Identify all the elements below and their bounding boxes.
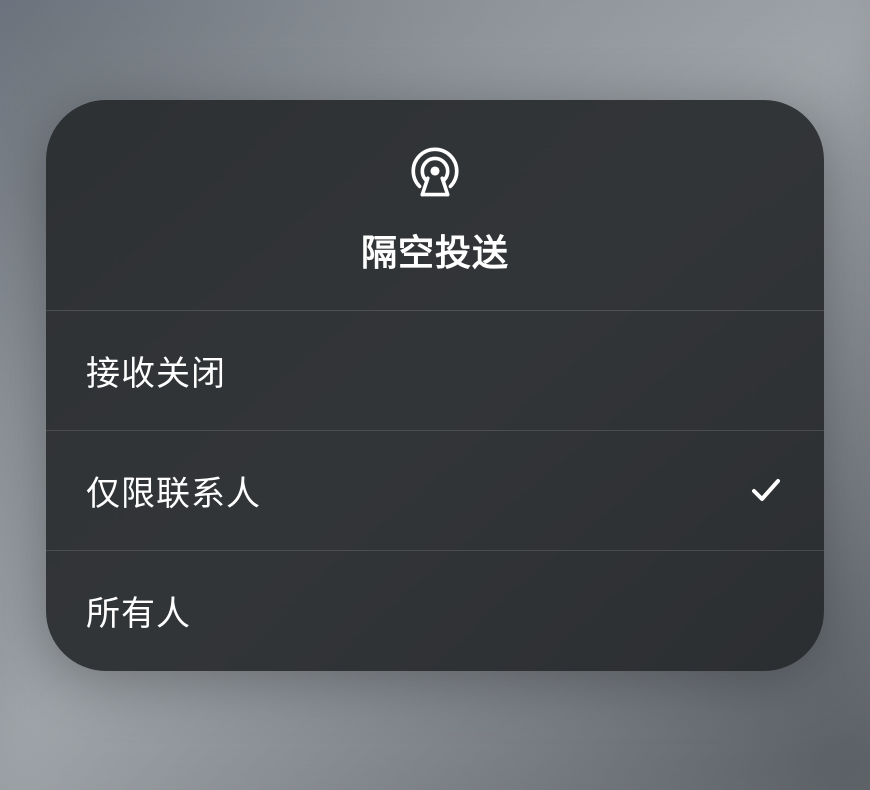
option-receiving-off[interactable]: 接收关闭: [46, 311, 824, 431]
option-everyone[interactable]: 所有人: [46, 551, 824, 671]
panel-header: 隔空投送: [46, 100, 824, 311]
option-label: 接收关闭: [86, 346, 226, 395]
option-label: 仅限联系人: [86, 466, 261, 515]
checkmark-icon: [748, 472, 784, 508]
option-label: 所有人: [86, 586, 191, 635]
option-contacts-only[interactable]: 仅限联系人: [46, 431, 824, 551]
panel-title: 隔空投送: [361, 224, 509, 276]
airdrop-panel: 隔空投送 接收关闭 仅限联系人 所有人: [46, 100, 824, 671]
airdrop-icon: [406, 142, 464, 200]
